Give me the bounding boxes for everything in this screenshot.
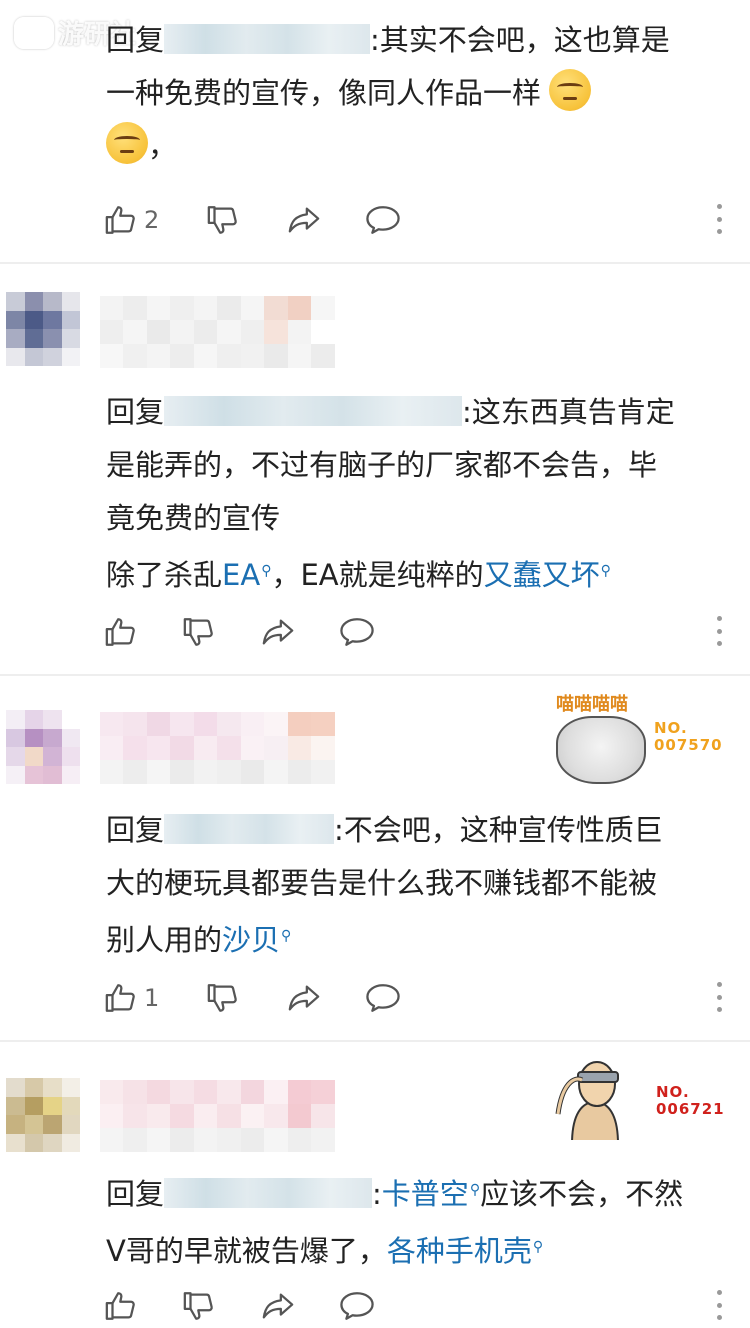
share-arrow-icon bbox=[288, 207, 320, 233]
dislike-button[interactable] bbox=[182, 612, 216, 652]
mention-blurred[interactable] bbox=[164, 814, 335, 844]
share-button[interactable] bbox=[260, 612, 296, 652]
comment-1-line-3: ， bbox=[106, 120, 736, 173]
comment-2-actions bbox=[104, 612, 744, 652]
comment-4-line-2: V哥的早就被告爆了，各种手机壳⚲ bbox=[106, 1221, 736, 1278]
thumbs-up-icon bbox=[105, 984, 135, 1012]
thumbs-down-icon bbox=[207, 206, 237, 234]
reply-button[interactable] bbox=[338, 1286, 376, 1326]
speech-bubble-icon bbox=[340, 618, 374, 646]
smirk-emoji-icon bbox=[549, 69, 592, 111]
reply-prefix: 回复 bbox=[106, 23, 165, 57]
comment-3-actions: 1 bbox=[104, 978, 744, 1018]
like-button[interactable]: 2 bbox=[104, 200, 159, 240]
muscle-man-avatar-icon bbox=[552, 1054, 638, 1140]
more-options-button[interactable] bbox=[716, 204, 722, 234]
divider bbox=[0, 1040, 750, 1042]
badge-miao-text: 喵喵喵喵 bbox=[556, 694, 628, 715]
like-count: 2 bbox=[144, 206, 160, 234]
search-icon: ⚲ bbox=[532, 1239, 544, 1255]
search-link-phone-cases[interactable]: 各种手机壳 bbox=[387, 1234, 532, 1268]
search-link-stupid-bad[interactable]: 又蠢又坏 bbox=[484, 558, 600, 592]
search-link-ea[interactable]: EA bbox=[222, 558, 260, 592]
reply-button[interactable] bbox=[338, 612, 376, 652]
mention-blurred[interactable] bbox=[164, 1178, 373, 1208]
thumbs-up-icon bbox=[105, 1292, 135, 1320]
comment-4-actions bbox=[104, 1286, 744, 1326]
user-badge-muscle-man: NO. 006721 bbox=[550, 1050, 746, 1146]
badge-number: NO. 006721 bbox=[656, 1083, 725, 1118]
comment-3-line-3: 别人用的沙贝⚲ bbox=[106, 910, 736, 967]
speech-bubble-icon bbox=[340, 1292, 374, 1320]
dislike-button[interactable] bbox=[206, 978, 240, 1018]
like-button[interactable] bbox=[104, 612, 138, 652]
share-button[interactable] bbox=[286, 978, 322, 1018]
share-arrow-icon bbox=[262, 1293, 294, 1319]
thumbs-down-icon bbox=[207, 984, 237, 1012]
avatar[interactable] bbox=[6, 292, 80, 366]
search-icon: ⚲ bbox=[600, 563, 611, 579]
thumbs-up-icon bbox=[105, 206, 135, 234]
like-count: 1 bbox=[144, 984, 160, 1012]
like-button[interactable] bbox=[104, 1286, 138, 1326]
reply-button[interactable] bbox=[364, 200, 402, 240]
thumbs-up-icon bbox=[105, 618, 135, 646]
share-button[interactable] bbox=[286, 200, 322, 240]
comment-4-text: 回复:卡普空⚲应该不会，不然 V哥的早就被告爆了，各种手机壳⚲ bbox=[106, 1164, 736, 1278]
comment-3-line-1: 回复:不会吧，这种宣传性质巨 bbox=[106, 813, 663, 847]
user-badge-cat: 喵喵喵喵 NO. 007570 bbox=[548, 686, 748, 784]
share-arrow-icon bbox=[262, 619, 294, 645]
avatar[interactable] bbox=[6, 1078, 80, 1152]
comment-1-line-2: 一种免费的宣传，像同人作品一样 bbox=[106, 67, 736, 120]
more-options-button[interactable] bbox=[716, 616, 722, 646]
badge-number: NO. 007570 bbox=[654, 719, 723, 754]
divider bbox=[0, 674, 750, 676]
divider bbox=[0, 262, 750, 264]
reply-button[interactable] bbox=[364, 978, 402, 1018]
comment-3-line-2: 大的梗玩具都要告是什么我不赚钱都不能被 bbox=[106, 866, 658, 900]
comment-2-line-4: 除了杀乱EA⚲，EA就是纯粹的又蠢又坏⚲ bbox=[106, 545, 736, 602]
username-blurred[interactable] bbox=[100, 296, 358, 368]
comment-2-text: 回复:这东西真告肯定 是能弄的，不过有脑子的厂家都不会告，毕 竟免费的宣传 除了… bbox=[106, 386, 736, 602]
comment-2-line-2: 是能弄的，不过有脑子的厂家都不会告，毕 bbox=[106, 448, 658, 482]
comment-2-line-1: 回复:这东西真告肯定 bbox=[106, 395, 675, 429]
more-options-button[interactable] bbox=[716, 1290, 722, 1320]
mention-blurred[interactable] bbox=[164, 396, 463, 426]
comment-1-actions: 2 bbox=[104, 200, 744, 240]
username-blurred[interactable] bbox=[100, 712, 358, 784]
share-button[interactable] bbox=[260, 1286, 296, 1326]
avatar[interactable] bbox=[6, 710, 80, 784]
dislike-button[interactable] bbox=[182, 1286, 216, 1326]
search-link-capcom[interactable]: 卡普空 bbox=[382, 1177, 469, 1211]
comment-3-text: 回复:不会吧，这种宣传性质巨 大的梗玩具都要告是什么我不赚钱都不能被 别人用的沙… bbox=[106, 804, 736, 967]
thumbs-down-icon bbox=[183, 618, 213, 646]
speech-bubble-icon bbox=[366, 984, 400, 1012]
search-icon: ⚲ bbox=[261, 563, 272, 579]
mention-blurred[interactable] bbox=[164, 24, 371, 54]
speech-bubble-icon bbox=[366, 206, 400, 234]
comment-4-line-1: 回复:卡普空⚲应该不会，不然 bbox=[106, 1164, 736, 1221]
share-arrow-icon bbox=[288, 985, 320, 1011]
comment-1-text: 回复:其实不会吧，这也算是 一种免费的宣传，像同人作品一样 ， bbox=[106, 14, 736, 173]
more-options-button[interactable] bbox=[716, 982, 722, 1012]
search-icon: ⚲ bbox=[469, 1182, 481, 1198]
cat-avatar-icon bbox=[556, 716, 646, 784]
dislike-button[interactable] bbox=[206, 200, 240, 240]
username-blurred[interactable] bbox=[100, 1080, 358, 1152]
search-link-shabei[interactable]: 沙贝 bbox=[222, 923, 280, 957]
like-button[interactable]: 1 bbox=[104, 978, 159, 1018]
thumbs-down-icon bbox=[183, 1292, 213, 1320]
smirk-emoji-icon bbox=[106, 122, 148, 164]
search-icon: ⚲ bbox=[281, 928, 292, 944]
gamepad-icon bbox=[14, 16, 54, 49]
comment-2-line-3: 竟免费的宣传 bbox=[106, 501, 281, 535]
comment-1-line-1: 回复:其实不会吧，这也算是 bbox=[106, 23, 670, 57]
